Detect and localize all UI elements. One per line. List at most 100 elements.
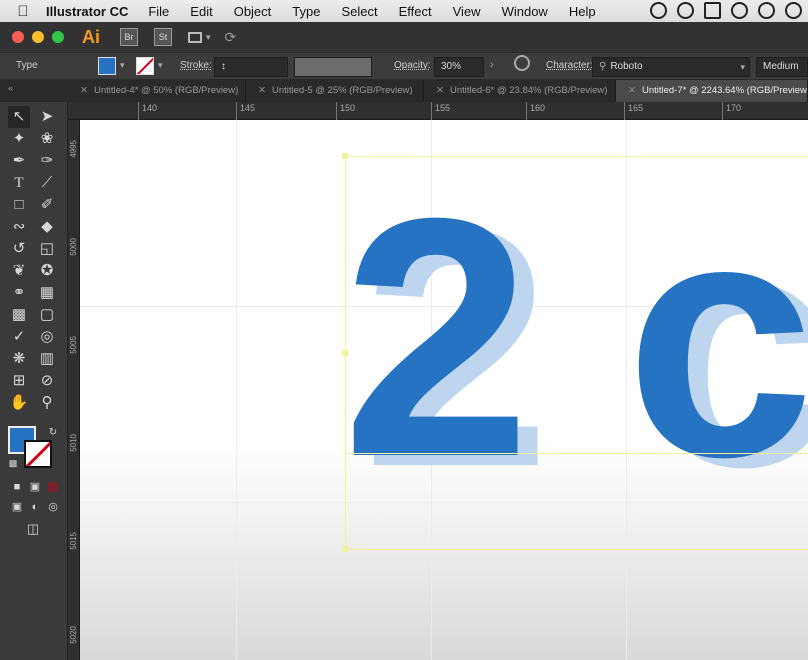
stroke-label[interactable]: Stroke:: [180, 60, 212, 71]
timer-icon[interactable]: [785, 2, 802, 19]
tab-untitled-4[interactable]: ✕ Untitled-4* @ 50% (RGB/Preview): [68, 80, 246, 102]
stroke-dropdown-icon[interactable]: ▾: [158, 60, 163, 71]
bounding-box-handle[interactable]: [342, 546, 348, 552]
menu-type[interactable]: Type: [292, 4, 320, 19]
stroke-swatch[interactable]: [136, 57, 154, 75]
pen-tool-icon[interactable]: ✒: [8, 150, 30, 172]
menu-edit[interactable]: Edit: [190, 4, 212, 19]
screen-mode-icon[interactable]: ◫: [22, 518, 44, 540]
warp-tool-icon[interactable]: ❦: [8, 260, 30, 282]
zoom-tool-icon[interactable]: ⚲: [36, 392, 58, 414]
shadow-bounding-box[interactable]: [345, 156, 808, 550]
menu-help[interactable]: Help: [569, 4, 596, 19]
eraser-tool-icon[interactable]: ◆: [36, 216, 58, 238]
selection-tool-icon[interactable]: ↖: [8, 106, 30, 128]
vertical-ruler[interactable]: 4995 5000 5005 5010 5015 5020: [68, 120, 80, 660]
column-graph-tool-icon[interactable]: ▥: [36, 348, 58, 370]
ruler-tick-label: 155: [431, 102, 450, 120]
horizontal-ruler[interactable]: 140 145 150 155 160 165 170: [68, 102, 808, 120]
lasso-tool-icon[interactable]: ❀: [36, 128, 58, 150]
variable-width-profile[interactable]: [294, 57, 372, 77]
gradient-tool-icon[interactable]: ▢: [36, 304, 58, 326]
bounding-box-handle[interactable]: [342, 153, 348, 159]
rotate-tool-icon[interactable]: ↺: [8, 238, 30, 260]
menu-effect[interactable]: Effect: [399, 4, 432, 19]
evernote-icon[interactable]: [731, 2, 748, 19]
menu-select[interactable]: Select: [341, 4, 377, 19]
magic-wand-tool-icon[interactable]: ✦: [8, 128, 30, 150]
default-fill-stroke-icon[interactable]: ▩: [2, 452, 24, 474]
mesh-tool-icon[interactable]: ▩: [8, 304, 30, 326]
slice-tool-icon[interactable]: ⊘: [36, 370, 58, 392]
stroke-color-swatch[interactable]: [24, 440, 52, 468]
collapse-panels-icon[interactable]: «: [8, 83, 13, 93]
selection-type-label: Type: [16, 60, 38, 71]
puppet-warp-tool-icon[interactable]: ✪: [36, 260, 58, 282]
artboard-canvas[interactable]: 2 co 2 co: [80, 120, 808, 660]
app-bar: Ai Br St ▾ ⟳: [0, 22, 808, 52]
blend-tool-icon[interactable]: ◎: [36, 326, 58, 348]
creative-cloud-icon[interactable]: [677, 2, 694, 19]
status-icons: [650, 2, 802, 19]
stroke-weight-field[interactable]: ↕: [214, 57, 288, 77]
gpu-performance-icon[interactable]: ⟳: [225, 29, 237, 46]
menu-view[interactable]: View: [453, 4, 481, 19]
stock-button[interactable]: St: [154, 28, 172, 46]
bounding-box-handle[interactable]: [342, 350, 348, 356]
draw-inside-icon[interactable]: ◎: [42, 496, 64, 518]
paintbrush-tool-icon[interactable]: ✐: [36, 194, 58, 216]
ruler-tick-label: 160: [526, 102, 545, 120]
curvature-tool-icon[interactable]: ✑: [36, 150, 58, 172]
character-label[interactable]: Character:: [546, 60, 593, 71]
fill-swatch[interactable]: [98, 57, 116, 75]
chevron-right-icon[interactable]: ›: [490, 59, 494, 71]
scale-tool-icon[interactable]: ◱: [36, 238, 58, 260]
zoom-window-button[interactable]: [52, 31, 64, 43]
ruler-tick-label: 140: [138, 102, 157, 120]
none-mode-icon[interactable]: ▨: [42, 476, 64, 498]
bridge-button[interactable]: Br: [120, 28, 138, 46]
close-icon[interactable]: ✕: [80, 85, 88, 96]
perspective-grid-tool-icon[interactable]: ▦: [36, 282, 58, 304]
menu-object[interactable]: Object: [234, 4, 272, 19]
rectangle-tool-icon[interactable]: □: [8, 194, 30, 216]
opacity-input[interactable]: 30%: [434, 57, 484, 77]
font-style-field[interactable]: Medium: [756, 57, 808, 77]
close-icon[interactable]: ✕: [436, 85, 444, 96]
dropbox-icon[interactable]: [704, 2, 721, 19]
symbol-sprayer-tool-icon[interactable]: ❋: [8, 348, 30, 370]
swap-fill-stroke-icon[interactable]: ↻: [42, 422, 64, 444]
font-family-field[interactable]: ⚲ Roboto ▾: [592, 57, 750, 77]
line-segment-tool-icon[interactable]: ⟋: [36, 172, 58, 194]
shape-builder-tool-icon[interactable]: ⚭: [8, 282, 30, 304]
arrange-documents-icon[interactable]: [188, 31, 202, 43]
eyedropper-tool-icon[interactable]: ✓: [8, 326, 30, 348]
opacity-label[interactable]: Opacity:: [394, 60, 431, 71]
fill-dropdown-icon[interactable]: ▾: [120, 60, 125, 71]
window-controls: [12, 31, 64, 43]
tab-untitled-7[interactable]: ✕ Untitled-7* @ 2243.64% (RGB/Preview): [616, 80, 808, 102]
grid-line: [236, 120, 237, 660]
shaper-tool-icon[interactable]: ∾: [8, 216, 30, 238]
direct-selection-tool-icon[interactable]: ➤: [36, 106, 58, 128]
apple-menu-icon[interactable]: : [0, 3, 46, 20]
type-tool-icon[interactable]: T: [8, 172, 30, 194]
info-icon[interactable]: [758, 2, 775, 19]
chevron-down-icon[interactable]: ▾: [740, 58, 745, 76]
close-icon[interactable]: ✕: [258, 85, 266, 96]
tab-untitled-5[interactable]: ✕ Untitled-5 @ 25% (RGB/Preview): [246, 80, 424, 102]
app-menu[interactable]: Illustrator CC: [46, 4, 128, 19]
menu-file[interactable]: File: [148, 4, 169, 19]
minimize-window-button[interactable]: [32, 31, 44, 43]
close-window-button[interactable]: [12, 31, 24, 43]
close-icon[interactable]: ✕: [628, 85, 636, 96]
hand-tool-icon[interactable]: ✋: [8, 392, 30, 414]
tab-untitled-6[interactable]: ✕ Untitled-6* @ 23.84% (RGB/Preview): [424, 80, 616, 102]
ruler-tick-label: 5010: [69, 434, 78, 452]
recolor-artwork-icon[interactable]: [514, 55, 530, 71]
chevron-down-icon[interactable]: ▾: [206, 32, 211, 43]
record-icon[interactable]: [650, 2, 667, 19]
menu-window[interactable]: Window: [502, 4, 548, 19]
ruler-tick-label: 5005: [69, 336, 78, 354]
artboard-tool-icon[interactable]: ⊞: [8, 370, 30, 392]
